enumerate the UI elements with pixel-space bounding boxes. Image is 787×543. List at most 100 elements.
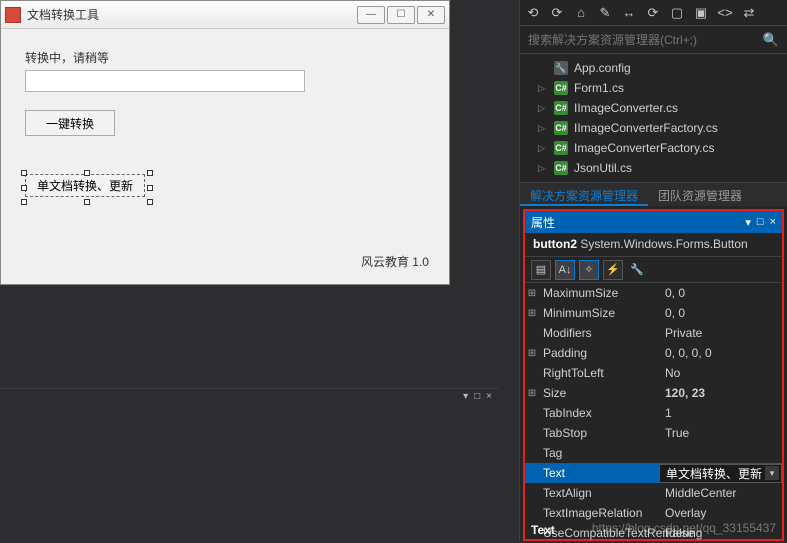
property-value[interactable]: True — [659, 426, 782, 440]
panel-close-icon[interactable]: × — [770, 216, 776, 229]
tree-item[interactable]: ▷C#JsonUtil.cs — [520, 158, 787, 178]
toolbar-icon[interactable]: ⟳ — [550, 6, 564, 20]
tree-item-label: Form1.cs — [574, 81, 624, 95]
property-value[interactable]: 1 — [659, 406, 782, 420]
alphabetical-icon[interactable]: A↓ — [555, 260, 575, 280]
property-value[interactable]: 0, 0 — [659, 286, 782, 300]
property-row[interactable]: RightToLeftNo — [525, 363, 782, 383]
categorized-icon[interactable]: ▤ — [531, 260, 551, 280]
form-app-icon — [5, 7, 21, 23]
property-row[interactable]: TextImageRelationOverlay — [525, 503, 782, 523]
toolbar-icon[interactable]: ⌂ — [574, 6, 588, 20]
tree-item[interactable]: ▷C#Form1.cs — [520, 78, 787, 98]
property-row[interactable]: Tag — [525, 443, 782, 463]
properties-description-name: Text — [531, 523, 555, 537]
maximize-button[interactable]: ☐ — [387, 6, 415, 24]
tree-item[interactable]: 🔧App.config — [520, 58, 787, 78]
property-row[interactable]: ⊞Padding0, 0, 0, 0 — [525, 343, 782, 363]
tree-item[interactable]: ▷ C# IImageConverter.cs — [520, 98, 787, 118]
progress-bar — [25, 70, 305, 92]
properties-object-type: System.Windows.Forms.Button — [580, 237, 747, 251]
events-icon[interactable]: ⚡ — [603, 260, 623, 280]
expand-arrow-icon[interactable]: ▷ — [538, 83, 548, 94]
minimize-button[interactable]: — — [357, 6, 385, 24]
property-value[interactable]: 单文档转换、更新▾ — [659, 464, 782, 483]
resize-handle[interactable] — [147, 185, 153, 191]
expand-icon[interactable]: ⊞ — [525, 308, 539, 319]
panel-pin-icon[interactable]: □ — [757, 216, 764, 229]
csharp-file-icon: C# — [554, 101, 568, 115]
toolbar-icon[interactable]: ⟳ — [646, 6, 660, 20]
property-value[interactable]: 0, 0, 0, 0 — [659, 346, 782, 360]
property-value[interactable]: No — [659, 366, 782, 380]
property-row[interactable]: ⊞MinimumSize0, 0 — [525, 303, 782, 323]
tree-item-label: IImageConverterFactory.cs — [574, 121, 718, 135]
button2-control[interactable]: 单文档转换、更新 — [25, 174, 145, 197]
convert-button[interactable]: 一键转换 — [25, 110, 115, 136]
expand-icon[interactable]: ⊞ — [525, 388, 539, 399]
csharp-file-icon: C# — [554, 141, 568, 155]
properties-header[interactable]: 属性 ▾ □ × — [525, 211, 782, 233]
property-value[interactable]: MiddleCenter — [659, 486, 782, 500]
csharp-file-icon: C# — [554, 161, 568, 175]
panel-dropdown-icon[interactable]: ▾ — [463, 391, 468, 402]
tab-team-explorer[interactable]: 团队资源管理器 — [648, 183, 752, 206]
search-icon[interactable]: 🔍 — [763, 32, 779, 48]
config-file-icon: 🔧 — [554, 61, 568, 75]
resize-handle[interactable] — [147, 170, 153, 176]
tree-item-label: IImageConverter.cs — [574, 101, 678, 115]
property-name: Size — [539, 386, 659, 400]
resize-handle[interactable] — [84, 199, 90, 205]
properties-panel: 属性 ▾ □ × button2 System.Windows.Forms.Bu… — [523, 209, 784, 541]
property-row[interactable]: TabStopTrue — [525, 423, 782, 443]
toolbar-icon[interactable]: ▣ — [694, 6, 708, 20]
property-row[interactable]: ⊞Size120, 23 — [525, 383, 782, 403]
toolbar-icon[interactable]: ↔ — [622, 6, 636, 20]
panel-close-icon[interactable]: × — [486, 391, 492, 402]
tree-item[interactable]: ▷ C# ImageConverterFactory.cs — [520, 138, 787, 158]
tab-solution-explorer[interactable]: 解决方案资源管理器 — [520, 183, 648, 206]
toolbar-icon[interactable]: <> — [718, 6, 732, 20]
selected-control-wrap[interactable]: 单文档转换、更新 — [25, 174, 149, 201]
resize-handle[interactable] — [21, 170, 27, 176]
toolbar-icon[interactable]: ✎ — [598, 6, 612, 20]
expand-icon[interactable]: ⊞ — [525, 288, 539, 299]
expand-arrow-icon[interactable]: ▷ — [538, 163, 548, 174]
close-button[interactable]: ✕ — [417, 6, 445, 24]
form-body[interactable]: 转换中，请稍等 一键转换 单文档转换、更新 风云教育 1.0 — [1, 29, 449, 284]
dropdown-icon[interactable]: ▾ — [765, 466, 779, 480]
resize-handle[interactable] — [84, 170, 90, 176]
property-row[interactable]: TextAlignMiddleCenter — [525, 483, 782, 503]
expand-icon[interactable]: ⊞ — [525, 348, 539, 359]
tree-item-label: ImageConverterFactory.cs — [574, 141, 715, 155]
toolbar-icon[interactable]: ⇄ — [742, 6, 756, 20]
property-value[interactable]: 0, 0 — [659, 306, 782, 320]
panel-dropdown-icon[interactable]: ▾ — [745, 216, 751, 229]
properties-object-selector[interactable]: button2 System.Windows.Forms.Button — [525, 233, 782, 257]
property-value[interactable]: Overlay — [659, 506, 782, 520]
panel-pin-icon[interactable]: □ — [474, 391, 480, 402]
property-row[interactable]: ⊞MaximumSize0, 0 — [525, 283, 782, 303]
resize-handle[interactable] — [21, 185, 27, 191]
property-row[interactable]: ModifiersPrivate — [525, 323, 782, 343]
toolbar-icon[interactable]: ⟲ — [526, 6, 540, 20]
form-title: 文档转换工具 — [27, 6, 357, 23]
property-value[interactable]: 120, 23 — [659, 386, 782, 400]
property-pages-icon[interactable]: 🔧 — [627, 260, 647, 280]
expand-arrow-icon[interactable]: ▷ — [538, 143, 548, 154]
properties-icon[interactable]: ✧ — [579, 260, 599, 280]
resize-handle[interactable] — [21, 199, 27, 205]
resize-handle[interactable] — [147, 199, 153, 205]
tree-item[interactable]: ▷C#IImageConverterFactory.cs — [520, 118, 787, 138]
form-titlebar[interactable]: 文档转换工具 — ☐ ✕ — [1, 1, 449, 29]
expand-arrow-icon[interactable]: ▷ — [538, 103, 548, 114]
status-label: 转换中，请稍等 — [25, 49, 425, 66]
watermark-text: https://blog.csdn.net/qq_33155437 — [592, 521, 776, 535]
property-value[interactable]: Private — [659, 326, 782, 340]
expand-arrow-icon[interactable]: ▷ — [538, 123, 548, 134]
property-row[interactable]: TabIndex1 — [525, 403, 782, 423]
solution-search-input[interactable] — [528, 33, 763, 47]
toolbar-icon[interactable]: ▢ — [670, 6, 684, 20]
solution-tree: 🔧App.config▷C#Form1.cs▷C#IImageConverter… — [520, 54, 787, 182]
property-row[interactable]: Text单文档转换、更新▾ — [525, 463, 782, 483]
